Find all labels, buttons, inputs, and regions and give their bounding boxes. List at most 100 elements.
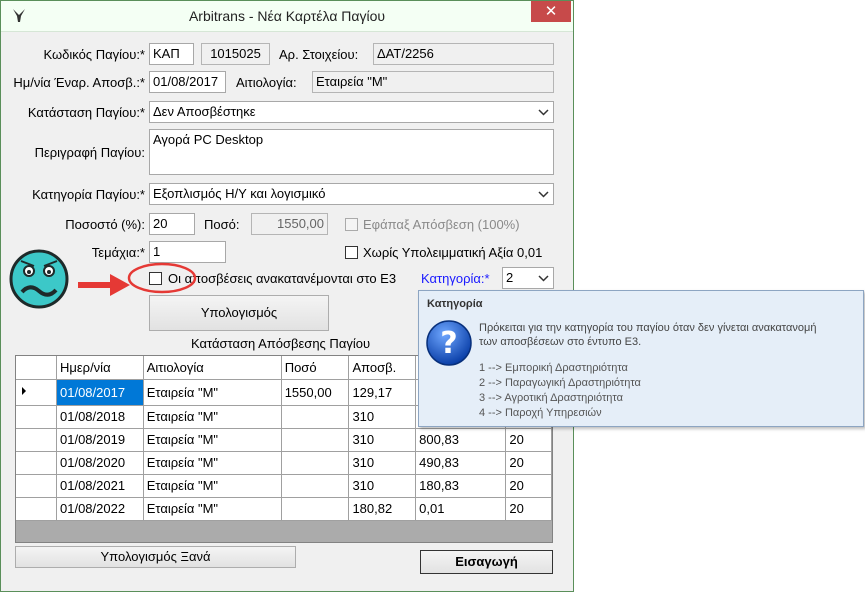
table-cell[interactable]: 20 bbox=[505, 497, 552, 521]
table-cell[interactable]: 490,83 bbox=[415, 451, 507, 475]
table-cell[interactable]: Εταιρεία "Μ" bbox=[143, 379, 282, 406]
calculate-button[interactable]: Υπολογισμός bbox=[149, 295, 329, 331]
table-cell[interactable]: Εταιρεία "Μ" bbox=[143, 451, 282, 475]
tooltip-item-list: 1 --> Εμπορική Δραστηριότητα 2 --> Παραγ… bbox=[479, 361, 641, 421]
asset-code-label: Κωδικός Παγίου:* bbox=[43, 47, 145, 62]
row-selector-icon[interactable] bbox=[16, 379, 57, 406]
row-header[interactable] bbox=[16, 405, 57, 429]
insert-button[interactable]: Εισαγωγή bbox=[420, 550, 553, 574]
percent-input[interactable]: 20 bbox=[149, 213, 195, 235]
row-header-corner bbox=[16, 356, 57, 380]
table-cell[interactable] bbox=[281, 474, 350, 498]
no-residual-checkbox[interactable] bbox=[345, 246, 358, 259]
column-header-date[interactable]: Ημερ/νία bbox=[56, 356, 144, 380]
no-residual-label: Χωρίς Υπολειμματική Αξία 0,01 bbox=[363, 245, 543, 260]
e3-category-label: Κατηγορία:* bbox=[421, 271, 490, 286]
table-cell[interactable]: 310 bbox=[348, 428, 417, 452]
title-bar[interactable]: Arbitrans - Νέα Καρτέλα Παγίου ✕ bbox=[1, 1, 573, 32]
asset-code-number-field: 1015025 bbox=[201, 43, 270, 65]
reason-field: Εταιρεία "Μ" bbox=[312, 71, 554, 93]
column-header-depreciation[interactable]: Αποσβ. bbox=[348, 356, 417, 380]
table-cell[interactable]: 180,83 bbox=[415, 474, 507, 498]
tooltip-body-line: των αποσβέσεων στο έντυπο Ε3. bbox=[479, 336, 642, 348]
category-tooltip: Κατηγορία ? Πρόκειται για την κατηγορία … bbox=[418, 290, 864, 427]
table-cell[interactable] bbox=[281, 405, 350, 429]
table-cell[interactable]: 01/08/2020 bbox=[56, 451, 144, 475]
table-cell[interactable]: 01/08/2022 bbox=[56, 497, 144, 521]
start-date-input[interactable]: 01/08/2017 bbox=[149, 71, 226, 93]
category-select[interactable]: Εξοπλισμός Η/Υ και λογισμικό bbox=[149, 183, 554, 205]
pointer-arrow-icon bbox=[78, 274, 130, 296]
table-cell[interactable]: 180,82 bbox=[348, 497, 417, 521]
description-textarea[interactable]: Αγορά PC Desktop bbox=[149, 129, 554, 175]
table-row[interactable]: 01/08/2021 Εταιρεία "Μ" 310 180,83 20 bbox=[16, 474, 552, 498]
question-icon: ? bbox=[426, 320, 472, 366]
category-select-value: Εξοπλισμός Η/Υ και λογισμικό bbox=[153, 186, 326, 201]
row-header[interactable] bbox=[16, 497, 57, 521]
table-cell[interactable]: 310 bbox=[348, 405, 417, 429]
oneoff-label: Εφάπαξ Απόσβεση (100%) bbox=[363, 217, 520, 232]
table-cell[interactable]: 20 bbox=[505, 474, 552, 498]
pieces-input[interactable]: 1 bbox=[149, 241, 226, 263]
status-select-value: Δεν Αποσβέστηκε bbox=[153, 104, 256, 119]
percent-label: Ποσοστό (%): bbox=[65, 217, 145, 232]
tooltip-body: Πρόκειται για την κατηγορία του παγίου ό… bbox=[479, 321, 816, 349]
e3-reallocation-label: Οι αποσβέσεις ανακατανέμονται στο Ε3 bbox=[168, 271, 397, 286]
table-cell[interactable]: 01/08/2018 bbox=[56, 405, 144, 429]
amount-field: 1550,00 bbox=[251, 213, 328, 235]
table-cell[interactable]: 01/08/2019 bbox=[56, 428, 144, 452]
table-row[interactable]: 01/08/2022 Εταιρεία "Μ" 180,82 0,01 20 bbox=[16, 497, 552, 521]
tooltip-item: 4 --> Παροχή Υπηρεσιών bbox=[479, 407, 602, 419]
reason-label: Αιτιολογία: bbox=[236, 75, 297, 90]
table-cell[interactable]: 01/08/2017 bbox=[56, 379, 144, 406]
e3-category-value: 2 bbox=[506, 270, 514, 285]
tooltip-item: 1 --> Εμπορική Δραστηριότητα bbox=[479, 362, 628, 374]
table-cell[interactable]: 129,17 bbox=[348, 379, 417, 406]
column-header-amount[interactable]: Ποσό bbox=[281, 356, 350, 380]
table-cell[interactable]: 800,83 bbox=[415, 428, 507, 452]
table-cell[interactable]: 1550,00 bbox=[281, 379, 350, 406]
table-cell[interactable]: Εταιρεία "Μ" bbox=[143, 428, 282, 452]
tooltip-item: 3 --> Αγροτική Δραστηριότητα bbox=[479, 392, 623, 404]
table-cell[interactable]: 01/08/2021 bbox=[56, 474, 144, 498]
close-button[interactable]: ✕ bbox=[531, 1, 571, 22]
row-header[interactable] bbox=[16, 451, 57, 475]
table-cell[interactable] bbox=[281, 497, 350, 521]
table-cell[interactable]: Εταιρεία "Μ" bbox=[143, 497, 282, 521]
amount-label: Ποσό: bbox=[204, 217, 240, 232]
oneoff-checkbox[interactable] bbox=[345, 218, 358, 231]
highlight-circle-icon bbox=[127, 262, 197, 294]
column-header-reason[interactable]: Αιτιολογία bbox=[143, 356, 282, 380]
window-title: Arbitrans - Νέα Καρτέλα Παγίου bbox=[188, 8, 386, 24]
table-cell[interactable]: 0,01 bbox=[415, 497, 507, 521]
start-date-label: Ημ/νία Έναρ. Αποσβ.:* bbox=[13, 75, 145, 90]
e3-category-select[interactable]: 2 bbox=[502, 267, 554, 289]
table-cell[interactable] bbox=[281, 451, 350, 475]
row-header[interactable] bbox=[16, 474, 57, 498]
tooltip-title: Κατηγορία bbox=[427, 298, 483, 310]
worried-face-icon bbox=[9, 249, 69, 309]
status-label: Κατάσταση Παγίου:* bbox=[27, 105, 145, 120]
row-header[interactable] bbox=[16, 428, 57, 452]
doc-number-label: Αρ. Στοιχείου: bbox=[279, 47, 359, 62]
table-cell[interactable] bbox=[281, 428, 350, 452]
table-row[interactable]: 01/08/2019 Εταιρεία "Μ" 310 800,83 20 bbox=[16, 428, 552, 452]
doc-number-field: ΔΑΤ/2256 bbox=[373, 43, 554, 65]
table-cell[interactable]: 20 bbox=[505, 428, 552, 452]
tooltip-item: 2 --> Παραγωγική Δραστηριότητα bbox=[479, 377, 641, 389]
table-row[interactable]: 01/08/2020 Εταιρεία "Μ" 310 490,83 20 bbox=[16, 451, 552, 475]
asset-code-prefix-input[interactable]: ΚΑΠ bbox=[149, 43, 194, 65]
status-select[interactable]: Δεν Αποσβέστηκε bbox=[149, 101, 554, 123]
table-cell[interactable]: Εταιρεία "Μ" bbox=[143, 474, 282, 498]
category-label: Κατηγορία Παγίου:* bbox=[32, 187, 145, 202]
chevron-down-icon bbox=[538, 191, 549, 198]
table-cell[interactable]: Εταιρεία "Μ" bbox=[143, 405, 282, 429]
table-cell[interactable]: 20 bbox=[505, 451, 552, 475]
recalculate-button[interactable]: Υπολογισμός Ξανά bbox=[15, 546, 296, 568]
table-cell[interactable]: 310 bbox=[348, 474, 417, 498]
svg-text:?: ? bbox=[440, 326, 457, 361]
grid-title: Κατάσταση Απόσβεσης Παγίου bbox=[191, 336, 371, 351]
table-cell[interactable]: 310 bbox=[348, 451, 417, 475]
description-label: Περιγραφή Παγίου: bbox=[34, 145, 145, 160]
chevron-down-icon bbox=[538, 275, 549, 282]
